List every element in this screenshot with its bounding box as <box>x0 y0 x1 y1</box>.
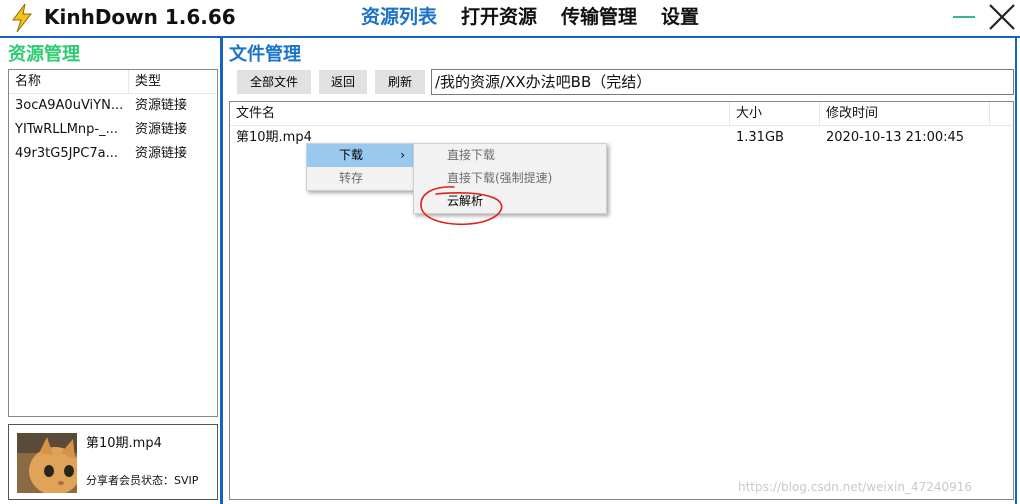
minimize-icon[interactable] <box>953 16 975 18</box>
file-name: 第10期.mp4 <box>236 130 312 145</box>
file-size: 1.31GB <box>736 130 784 145</box>
list-item[interactable]: YITwRLLMnp-_... 资源链接 <box>9 118 217 142</box>
window-right-border <box>1015 38 1017 504</box>
menu-item-direct-download[interactable]: 直接下载 <box>414 144 606 167</box>
all-files-button[interactable]: 全部文件 <box>237 70 311 94</box>
title-divider <box>0 36 1020 38</box>
menu-item-direct-download-boost[interactable]: 直接下载(强制提速) <box>414 167 606 190</box>
column-header-name[interactable]: 名称 <box>9 70 129 93</box>
lightning-icon <box>12 3 33 33</box>
column-header-filename[interactable]: 文件名 <box>230 102 730 126</box>
column-header-type[interactable]: 类型 <box>129 70 217 93</box>
column-header-modified[interactable]: 修改时间 <box>820 102 990 126</box>
nav-resource-list[interactable]: 资源列表 <box>361 4 437 30</box>
file-modified-time: 2020-10-13 21:00:45 <box>826 130 965 145</box>
download-submenu: 直接下载 直接下载(强制提速) 云解析 <box>413 143 607 214</box>
panel-divider <box>220 38 223 504</box>
resource-name: YITwRLLMnp-_... <box>15 122 119 137</box>
nav-settings[interactable]: 设置 <box>661 4 699 30</box>
file-panel-title: 文件管理 <box>229 44 301 65</box>
chevron-right-icon: › <box>400 148 405 162</box>
share-info-card: 第10期.mp4 分享者会员状态：SVIP <box>8 424 218 500</box>
resource-type: 资源链接 <box>135 146 188 161</box>
menu-item-label: 下载 <box>339 148 364 162</box>
sharer-vip-status: 分享者会员状态：SVIP <box>86 474 199 487</box>
share-file-name: 第10期.mp4 <box>86 436 162 451</box>
menu-item-cloud-parse[interactable]: 云解析 <box>414 190 606 213</box>
column-header-size[interactable]: 大小 <box>730 102 820 126</box>
back-button[interactable]: 返回 <box>319 70 367 94</box>
watermark: https://blog.csdn.net/weixin_47240916 <box>738 480 973 494</box>
context-menu: 下载 › 转存 <box>306 143 414 191</box>
menu-item-download[interactable]: 下载 › <box>307 144 413 167</box>
main-nav: 资源列表 打开资源 传输管理 设置 <box>361 4 699 30</box>
refresh-button[interactable]: 刷新 <box>375 70 425 94</box>
avatar <box>17 433 77 493</box>
nav-transfer-manager[interactable]: 传输管理 <box>561 4 637 30</box>
resource-list-header: 名称 类型 <box>9 70 217 94</box>
resource-name: 3ocA9A0uViYN... <box>15 98 124 113</box>
menu-item-save-to[interactable]: 转存 <box>307 167 413 190</box>
resource-name: 49r3tG5JPC7a... <box>15 146 118 161</box>
resource-panel-title: 资源管理 <box>8 44 80 65</box>
resource-type: 资源链接 <box>135 122 188 137</box>
app-title: KinhDown 1.6.66 <box>44 5 236 29</box>
path-input[interactable]: /我的资源/XX办法吧BB（完结） <box>431 69 1014 95</box>
list-item[interactable]: 3ocA9A0uViYN... 资源链接 <box>9 94 217 118</box>
file-table-header: 文件名 大小 修改时间 <box>230 102 1013 126</box>
close-icon[interactable] <box>987 2 1017 32</box>
resource-type: 资源链接 <box>135 98 188 113</box>
resource-list: 名称 类型 3ocA9A0uViYN... 资源链接 YITwRLLMnp-_.… <box>8 69 218 417</box>
title-bar: KinhDown 1.6.66 资源列表 打开资源 传输管理 设置 <box>0 0 1020 36</box>
nav-open-resource[interactable]: 打开资源 <box>461 4 537 30</box>
list-item[interactable]: 49r3tG5JPC7a... 资源链接 <box>9 142 217 166</box>
